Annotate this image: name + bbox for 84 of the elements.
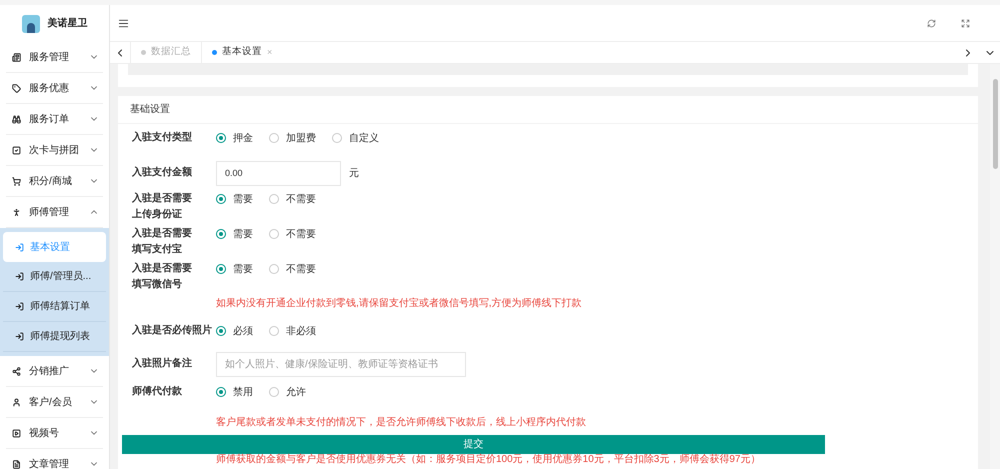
field-label: 入驻支付金额 bbox=[132, 165, 193, 180]
menu-item[interactable]: 视频号 bbox=[6, 418, 103, 449]
radio-option[interactable]: 需要 bbox=[216, 192, 253, 206]
menu-label: 服务订单 bbox=[28, 112, 70, 126]
menu-item[interactable]: 服务订单 bbox=[6, 104, 103, 135]
checkbox-icon bbox=[12, 146, 21, 154]
radio-option[interactable]: 不需要 bbox=[269, 226, 316, 242]
radio-button[interactable] bbox=[269, 229, 279, 239]
field-label: 入驻照片备注 bbox=[132, 356, 193, 371]
newspaper-icon bbox=[12, 52, 21, 62]
radio-option[interactable]: 加盟费 bbox=[269, 130, 316, 146]
radio-button[interactable] bbox=[216, 133, 226, 143]
radio-button[interactable] bbox=[216, 387, 226, 397]
field-label: 入驻是否需要 填写微信号 bbox=[132, 261, 193, 292]
user-icon bbox=[12, 398, 21, 406]
binoculars-icon bbox=[12, 114, 21, 124]
warning-note: 客户尾款或者发单未支付的情况下，是否允许师傅线下收款后，线上小程序内代付款 bbox=[216, 416, 586, 430]
radio-option[interactable]: 需要 bbox=[216, 226, 253, 242]
play-icon bbox=[12, 428, 21, 438]
field-label: 入驻是否必传照片 bbox=[132, 323, 213, 338]
tag-icon bbox=[12, 84, 21, 92]
menu-label: 服务管理 bbox=[28, 50, 70, 64]
login-icon bbox=[15, 242, 24, 252]
submenu-item[interactable]: 师傅结算订单 bbox=[3, 292, 106, 322]
menu-item[interactable]: 分销推广 bbox=[6, 356, 103, 387]
radio-option[interactable]: 非必须 bbox=[269, 324, 316, 338]
radio-button[interactable] bbox=[269, 133, 279, 143]
radio-button[interactable] bbox=[269, 387, 279, 397]
menu-label: 积分/商城 bbox=[28, 174, 73, 188]
submenu-item[interactable]: 师傅/管理员... bbox=[3, 262, 106, 292]
warning-note: 如果内没有开通企业付款到零钱,请保留支付宝或者微信号填写,方便为师傅线下打款 bbox=[216, 296, 582, 311]
person-icon bbox=[12, 208, 21, 216]
menu-label: 客户/会员 bbox=[28, 396, 73, 410]
menu-item[interactable]: 服务管理 bbox=[6, 42, 103, 73]
fullscreen-icon[interactable] bbox=[961, 18, 970, 28]
card-title: 基础设置 bbox=[118, 96, 978, 124]
submenu-item[interactable]: 师傅提现列表 bbox=[3, 322, 106, 352]
radio-option[interactable]: 不需要 bbox=[269, 262, 316, 276]
radio-option[interactable]: 不需要 bbox=[269, 192, 316, 206]
menu-item[interactable]: 服务优惠 bbox=[6, 73, 103, 104]
logo-icon bbox=[22, 14, 40, 32]
menu-label: 次卡与拼团 bbox=[28, 144, 80, 158]
unit-label: 元 bbox=[349, 166, 359, 180]
menu-item[interactable]: 客户/会员 bbox=[6, 387, 103, 418]
radio-option[interactable]: 自定义 bbox=[332, 130, 379, 146]
field-label: 师傅代付款 bbox=[132, 384, 183, 399]
menu-item[interactable]: 积分/商城 bbox=[6, 166, 103, 197]
radio-option[interactable]: 禁用 bbox=[216, 384, 253, 400]
radio-button[interactable] bbox=[269, 194, 279, 204]
refresh-icon[interactable] bbox=[927, 18, 936, 28]
login-icon bbox=[15, 272, 24, 281]
tab[interactable]: 基本设置 × bbox=[201, 42, 282, 63]
field-label: 入驻是否需要 上传身份证 bbox=[132, 191, 193, 222]
text-field[interactable]: 如个人照片、健康/保险证明、教师证等资格证书 bbox=[216, 352, 466, 376]
radio-option[interactable]: 允许 bbox=[269, 384, 306, 400]
radio-option[interactable]: 押金 bbox=[216, 130, 253, 146]
cart-icon bbox=[12, 176, 21, 186]
app-name: 美诺星卫 bbox=[48, 16, 88, 31]
radio-button[interactable] bbox=[269, 326, 279, 336]
menu-icon[interactable] bbox=[118, 18, 129, 28]
document-icon bbox=[12, 460, 21, 468]
menu-label: 服务优惠 bbox=[28, 82, 70, 96]
field-label: 入驻是否需要 填写支付宝 bbox=[132, 226, 193, 257]
radio-option[interactable]: 必须 bbox=[216, 324, 253, 338]
menu-item[interactable]: 文章管理 bbox=[6, 449, 103, 469]
menu-label: 师傅管理 bbox=[28, 206, 70, 220]
menu-item[interactable]: 次卡与拼团 bbox=[6, 135, 103, 166]
login-icon bbox=[15, 332, 24, 341]
submit-button[interactable]: 提交 bbox=[122, 435, 825, 454]
login-icon bbox=[15, 302, 24, 311]
amount-field[interactable]: 0.00 bbox=[216, 160, 341, 186]
menu-label: 视频号 bbox=[28, 426, 60, 440]
share-icon bbox=[12, 366, 21, 376]
radio-button[interactable] bbox=[269, 264, 279, 274]
radio-option[interactable]: 需要 bbox=[216, 262, 253, 276]
menu-label: 分销推广 bbox=[28, 364, 70, 378]
field-label: 入驻支付类型 bbox=[132, 130, 193, 145]
radio-button[interactable] bbox=[216, 326, 226, 336]
menu-label: 文章管理 bbox=[28, 458, 70, 469]
footer-note: 师傅获取的金额与客户是否使用优惠券无关（如：服务项目定价100元，使用优惠券10元，平台扣除3元，师傅会获得97元） bbox=[216, 454, 760, 466]
radio-button[interactable] bbox=[216, 229, 226, 239]
radio-button[interactable] bbox=[216, 264, 226, 274]
radio-button[interactable] bbox=[216, 194, 226, 204]
radio-button[interactable] bbox=[332, 133, 342, 143]
